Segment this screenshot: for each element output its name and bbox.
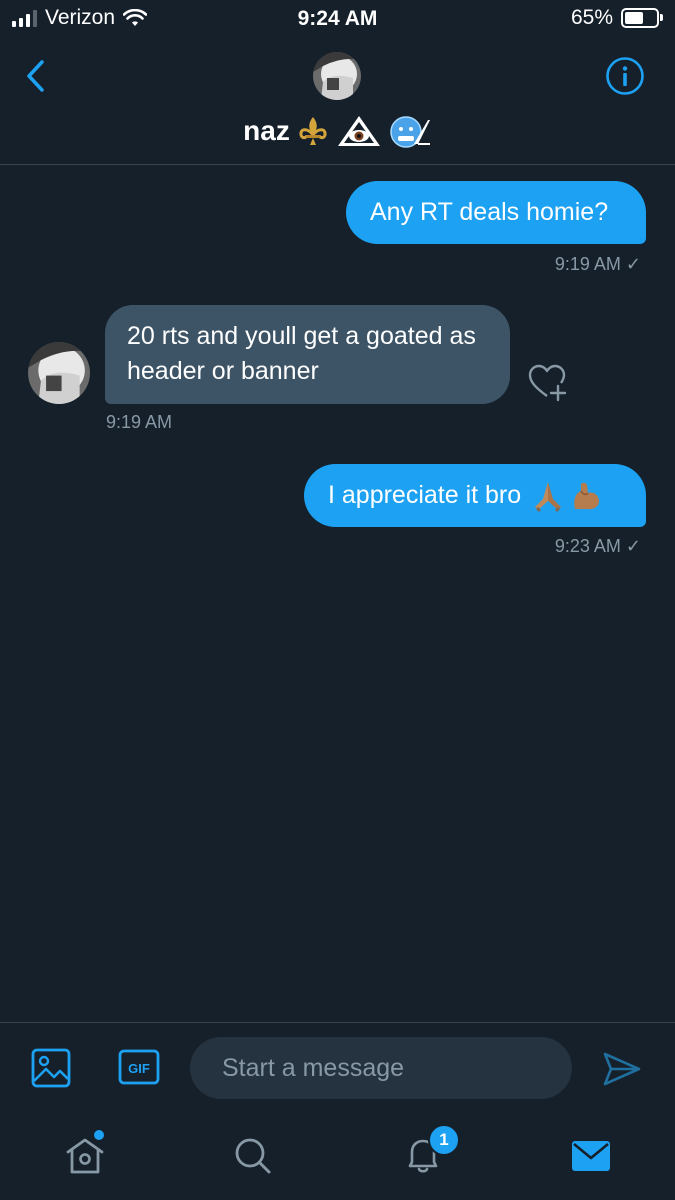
envelope-icon xyxy=(572,1141,610,1171)
avatar-image xyxy=(28,342,90,404)
tab-notifications[interactable]: 1 xyxy=(398,1124,460,1180)
like-message-button[interactable] xyxy=(526,362,568,402)
fleur-de-lis-emoji-icon xyxy=(299,117,327,145)
message-bubble-received[interactable]: 20 rts and youll get a goated as header … xyxy=(105,305,510,404)
notifications-badge: 1 xyxy=(428,1124,460,1156)
status-right: 65% xyxy=(570,6,663,30)
contact-avatar[interactable] xyxy=(313,52,361,100)
message-text: I appreciate it bro xyxy=(328,481,522,509)
sent-check-icon: ✓ xyxy=(625,254,641,274)
tab-search[interactable] xyxy=(228,1130,278,1180)
message-meta: 9:19 AM ✓ xyxy=(555,254,641,275)
avatar-image xyxy=(313,52,361,100)
eye-in-triangle-emoji-icon xyxy=(337,116,380,146)
message-meta: 9:19 AM xyxy=(106,412,172,433)
contact-name-row: naz xyxy=(0,114,675,148)
gif-icon: GIF xyxy=(118,1049,160,1085)
info-button[interactable] xyxy=(605,56,645,96)
battery-icon xyxy=(621,8,663,28)
message-meta: 9:23 AM ✓ xyxy=(555,536,641,557)
contact-name: naz xyxy=(243,115,290,146)
search-icon xyxy=(235,1138,271,1174)
battery-percent: 65% xyxy=(570,6,613,29)
folded-hands-emoji-icon xyxy=(535,481,562,512)
message-input[interactable] xyxy=(190,1037,572,1099)
status-bar: Verizon 9:24 AM 65% xyxy=(0,0,675,40)
gif-label: GIF xyxy=(128,1061,150,1076)
message-bubble-sent[interactable]: Any RT deals homie? xyxy=(346,181,646,244)
message-text: 20 rts and youll get a goated as header … xyxy=(127,322,476,385)
send-button[interactable] xyxy=(602,1051,642,1087)
message-time: 9:19 AM xyxy=(554,254,621,274)
sender-avatar[interactable] xyxy=(28,342,90,404)
battery-fill xyxy=(625,12,643,24)
sent-check-icon: ✓ xyxy=(625,536,641,556)
bottom-tab-bar: 1 xyxy=(0,1112,675,1200)
message-bubble-sent[interactable]: I appreciate it bro xyxy=(304,464,646,527)
message-composer: GIF xyxy=(0,1022,675,1113)
back-button[interactable] xyxy=(20,58,54,94)
cold-face-emoji-icon xyxy=(390,116,430,148)
home-new-dot xyxy=(94,1130,104,1140)
message-text: Any RT deals homie? xyxy=(370,198,609,226)
add-photo-button[interactable] xyxy=(30,1047,72,1089)
tab-home[interactable] xyxy=(60,1130,110,1180)
flexed-biceps-emoji-icon xyxy=(574,482,600,509)
message-time: 9:19 AM xyxy=(106,412,173,432)
tab-messages[interactable] xyxy=(566,1130,616,1180)
message-time: 9:23 AM xyxy=(554,536,621,556)
conversation-header: naz xyxy=(0,40,675,165)
add-gif-button[interactable]: GIF xyxy=(118,1049,160,1085)
